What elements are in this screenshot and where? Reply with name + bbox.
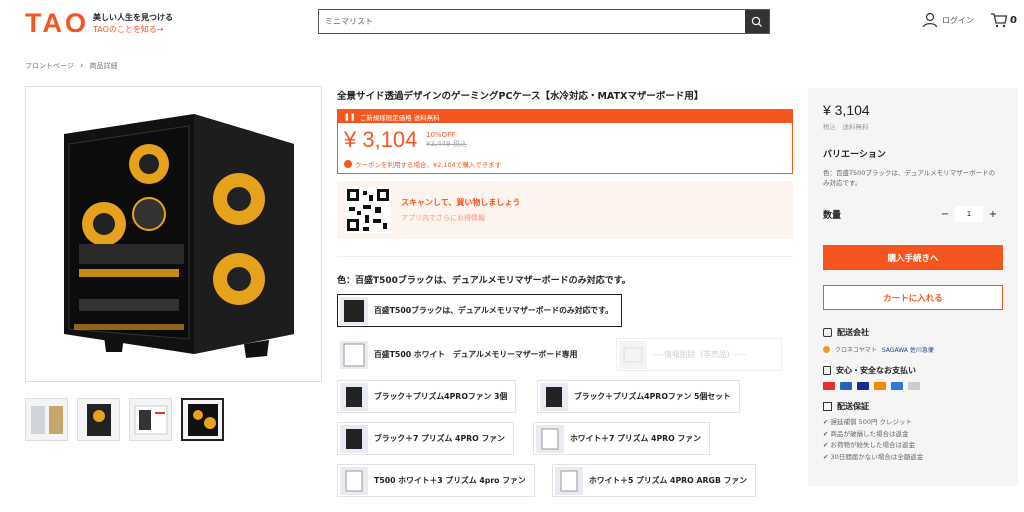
search-icon: [751, 16, 762, 27]
minus-button[interactable]: −: [935, 209, 955, 220]
logo[interactable]: TAO 美しい人生を見つける TAOのことを知る→: [25, 8, 173, 39]
tagline: 美しい人生を見つける: [93, 12, 173, 22]
breadcrumb-current: 商品詳細: [89, 62, 118, 70]
side-price: ¥ 3,104: [823, 102, 870, 118]
lock-icon: [823, 366, 831, 375]
quantity-row: 数量 − 1 +: [823, 206, 1003, 222]
ship-2: SAGAWA 佐川急便: [881, 347, 934, 354]
yamato-icon: [823, 346, 830, 353]
price: ¥ 3,104: [344, 127, 418, 152]
about-link[interactable]: TAOのことを知る→: [93, 24, 173, 36]
option-swatch: [540, 382, 568, 411]
promo-label: ご新規様限定価格 送料無料: [359, 113, 440, 122]
option-swatch: [340, 466, 368, 495]
guarantee-title: 配送保証: [837, 402, 869, 411]
breadcrumb: フロントページ › 商品詳細: [25, 61, 117, 71]
variation-text: 色：百盛T500ブラックは、デュアルメモリマザーボードのみ対応です。: [823, 169, 996, 187]
jcb-icon: [840, 382, 852, 390]
breadcrumb-home[interactable]: フロントページ: [25, 61, 74, 71]
option-2[interactable]: 百盛T500 ホワイト デュアルメモリーマザーボード専用: [337, 338, 587, 371]
option-swatch: [340, 340, 368, 369]
option-9[interactable]: ホワイト＋5 プリズム 4PRO ARGB ファン: [552, 464, 756, 497]
calendar-icon: [823, 402, 832, 411]
coupon-icon: [344, 160, 352, 168]
cart-count: 0: [1010, 14, 1017, 26]
option-swatch: [536, 424, 564, 453]
option-1[interactable]: 百盛T500ブラックは、デュアルメモリマザーボードのみ対応です。: [337, 294, 622, 327]
variation-title: バリエーション: [823, 150, 886, 160]
color-label: 色：百盛T500ブラックは、デュアルメモリマザーボードのみ対応です。: [337, 276, 631, 286]
qty-label: 数量: [823, 210, 842, 221]
search-button[interactable]: [745, 10, 769, 33]
option-4[interactable]: ブラック＋プリズム4PROファン 3個: [337, 380, 517, 413]
option-7[interactable]: ホワイト＋7 プリズム 4PRO ファン: [533, 422, 710, 455]
login-link[interactable]: ログイン: [922, 12, 974, 28]
guarantee-list: ✔ 遅延補償 500円 クレジット ✔ 商品が破損した場合は返金 ✔ お荷物が紛…: [823, 418, 924, 461]
visa-icon: [857, 382, 869, 390]
image-placeholder-icon: [619, 340, 647, 369]
qr-subtitle: アプリ内でさらにお得情報: [401, 214, 485, 222]
logo-text: TAO: [25, 8, 89, 38]
option-5[interactable]: ブラック＋プリズム4PROファン 5個セット: [537, 380, 740, 413]
chevron-right-icon: ›: [79, 61, 84, 71]
old-price: ¥3,449 税込: [426, 140, 467, 148]
buy-button[interactable]: 購入手続きへ: [823, 245, 1003, 270]
option-6[interactable]: ブラック＋7 プリズム 4PRO ファン: [337, 422, 514, 455]
amex-icon: [891, 382, 903, 390]
qr-title: スキャンして、買い物しましょう: [401, 198, 521, 207]
konbini-icon: [908, 382, 920, 390]
coupon-text: クーポンを利用する場合、¥2,104で購入できます: [355, 161, 502, 169]
pause-icon: ❚❚: [344, 112, 356, 121]
mastercard-icon: [874, 382, 886, 390]
thumbnail-2[interactable]: [77, 398, 120, 441]
option-swatch: [340, 296, 368, 325]
option-swatch: [555, 466, 583, 495]
thumbnail-list: [25, 398, 224, 441]
product-title: 全景サイド透過デザインのゲーミングPCケース【水冷対応・MATXマザーボード用】: [337, 91, 704, 102]
discount: 10%OFF: [426, 131, 456, 139]
quantity-value[interactable]: 1: [955, 206, 983, 222]
promo-price-box: ❚❚ ご新規様限定価格 送料無料 ¥ 3,104 10%OFF ¥3,449 税…: [337, 109, 793, 174]
search-bar: [318, 9, 770, 34]
option-swatch: [340, 382, 368, 411]
shipping-icon: [823, 328, 832, 337]
plus-button[interactable]: +: [983, 209, 1003, 220]
search-input[interactable]: [319, 10, 745, 33]
add-to-cart-button[interactable]: カートに入れる: [823, 285, 1003, 310]
shipping-title: 配送会社: [837, 328, 869, 337]
option-3-disabled: ----情報削除（非売品）----: [616, 338, 782, 371]
payment-title: 安心・安全なお支払い: [836, 366, 916, 375]
quantity-stepper: − 1 +: [935, 206, 1003, 222]
option-8[interactable]: T500 ホワイト＋3 プリズム 4pro ファン: [337, 464, 535, 497]
divider: [337, 256, 793, 257]
user-icon: [922, 12, 938, 28]
product-main-image[interactable]: [25, 86, 322, 382]
qr-banner: スキャンして、買い物しましょう アプリ内でさらにお得情報: [337, 181, 793, 239]
qr-code-icon: [345, 187, 391, 233]
pc-case-image: [63, 114, 294, 358]
thumbnail-1[interactable]: [25, 398, 68, 441]
thumbnail-3[interactable]: [129, 398, 172, 441]
purchase-panel: ¥ 3,104 税込 送料無料 バリエーション 色：百盛T500ブラックは、デュ…: [808, 88, 1018, 486]
thumbnail-4[interactable]: [181, 398, 224, 441]
ship-1: クロネコヤマト: [835, 347, 877, 354]
option-swatch: [340, 424, 368, 453]
side-tax: 税込 送料無料: [823, 123, 869, 131]
cart-link[interactable]: 0: [990, 12, 1017, 28]
cart-icon: [991, 13, 1008, 28]
paypay-icon: [823, 382, 835, 390]
